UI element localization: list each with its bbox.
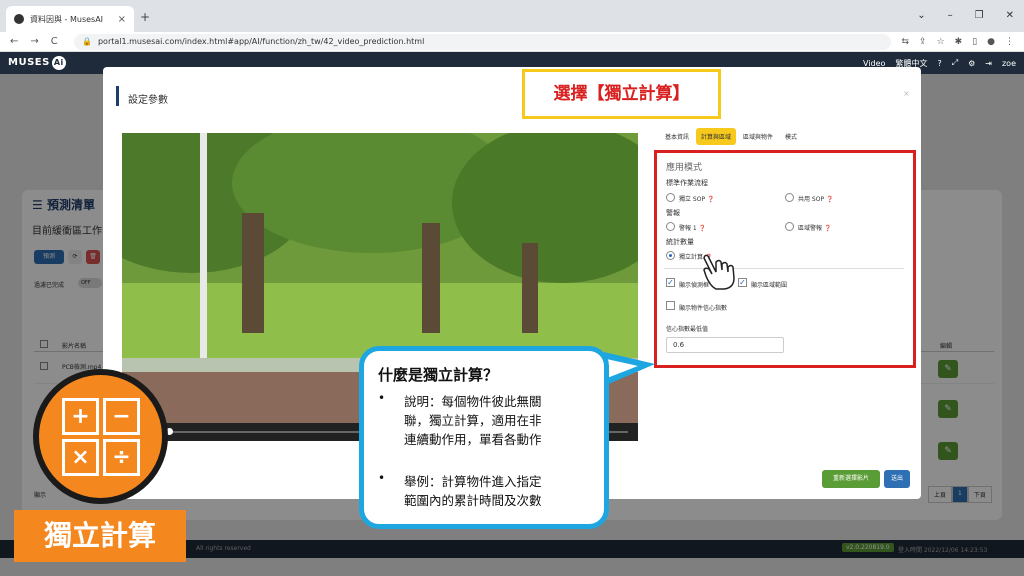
new-tab-button[interactable]: + bbox=[140, 10, 150, 24]
modal-title-accent bbox=[116, 86, 119, 106]
submit-button[interactable]: 送出 bbox=[884, 470, 910, 488]
browser-extensions: ⇆ ⇪ ☆ ✱ ▯ ● ⋮ bbox=[891, 37, 1024, 47]
count-group-label: 統計數量 bbox=[666, 238, 694, 246]
radio-region-alarm[interactable] bbox=[785, 222, 794, 231]
divide-icon: ÷ bbox=[103, 439, 140, 476]
tab-mode[interactable]: 模式 bbox=[780, 128, 802, 145]
muses-logo[interactable]: MUSES Ai bbox=[8, 56, 66, 70]
address-bar: ← → C 🔒 portal1.musesai.com/index.html#a… bbox=[0, 32, 1024, 52]
bubble-line-1: 說明：每個物件彼此無關 bbox=[404, 394, 542, 409]
settings-gear-icon[interactable]: ⚙ bbox=[968, 59, 975, 68]
user-name[interactable]: zoe bbox=[1002, 59, 1016, 68]
forward-icon[interactable]: → bbox=[30, 36, 38, 47]
logout-icon[interactable]: ⇥ bbox=[985, 59, 992, 68]
bullet-2: • bbox=[378, 471, 386, 485]
nav-buttons: ← → C bbox=[0, 36, 70, 47]
label-independent-sop: 獨立 SOP ❓ bbox=[679, 196, 715, 203]
maximize-button[interactable]: ❐ bbox=[975, 10, 984, 21]
modal-title: 設定參數 bbox=[128, 95, 168, 106]
window-controls: ⌄ – ❐ ✕ bbox=[917, 10, 1014, 21]
threshold-label: 信心指數最低值 bbox=[666, 326, 709, 333]
back-icon[interactable]: ← bbox=[10, 36, 18, 47]
modal-tabs: 基本資訊 計算與區域 區域與物件 模式 bbox=[660, 128, 802, 145]
bubble-line-4: 舉例：計算物件進入指定 bbox=[404, 474, 542, 489]
info-icon: ❓ bbox=[823, 225, 832, 232]
extensions-puzzle-icon[interactable]: ✱ bbox=[955, 37, 963, 47]
label-show-confidence: 顯示物件信心指數 bbox=[679, 305, 728, 312]
info-icon: ❓ bbox=[825, 196, 834, 203]
radio-alarm-1[interactable] bbox=[666, 222, 675, 231]
translate-icon[interactable]: ⇆ bbox=[901, 37, 909, 47]
reload-icon[interactable]: C bbox=[51, 36, 58, 47]
fullscreen-icon[interactable]: ⤢ bbox=[952, 58, 958, 68]
url-field[interactable]: 🔒 portal1.musesai.com/index.html#app/AI/… bbox=[74, 33, 892, 50]
close-window-button[interactable]: ✕ bbox=[1006, 10, 1014, 21]
minus-icon: − bbox=[103, 398, 140, 435]
sidebar-icon[interactable]: ▯ bbox=[972, 37, 977, 47]
info-icon: ❓ bbox=[706, 196, 715, 203]
lock-icon: 🔒 bbox=[82, 37, 92, 46]
help-icon[interactable]: ? bbox=[937, 59, 941, 68]
checkbox-show-confidence[interactable] bbox=[666, 301, 675, 310]
radio-independent-sop[interactable] bbox=[666, 193, 675, 202]
label-show-region: 顯示區域範圍 bbox=[751, 282, 788, 289]
url-text: portal1.musesai.com/index.html#app/AI/fu… bbox=[97, 37, 425, 46]
menu-dots-icon[interactable]: ⋮ bbox=[1005, 37, 1014, 47]
tab-close-icon[interactable]: × bbox=[118, 14, 126, 25]
select-independent-calc-callout: 選擇【獨立計算】 bbox=[522, 69, 721, 119]
calculator-icon: + − × ÷ bbox=[62, 398, 140, 476]
bubble-line-3: 連續動作用，單看各動作 bbox=[404, 432, 542, 447]
radio-shared-sop[interactable] bbox=[785, 193, 794, 202]
checkbox-show-detect[interactable]: ✓ bbox=[666, 278, 675, 287]
tab-calc-region[interactable]: 計算與區域 bbox=[696, 128, 737, 145]
independent-calc-label: 獨立計算 bbox=[14, 510, 186, 562]
reselect-video-button[interactable]: 重新選擇影片 bbox=[822, 470, 880, 488]
bubble-tail bbox=[602, 352, 655, 386]
plus-icon: + bbox=[62, 398, 99, 435]
bookmark-star-icon[interactable]: ☆ bbox=[937, 37, 945, 47]
site-favicon-icon bbox=[14, 14, 24, 24]
bullet-1: • bbox=[378, 391, 386, 405]
radio-independent-calc[interactable] bbox=[666, 251, 675, 260]
label-region-alarm: 區域警報 ❓ bbox=[798, 225, 832, 232]
share-icon[interactable]: ⇪ bbox=[919, 37, 927, 47]
tab-region-object[interactable]: 區域與物件 bbox=[738, 128, 778, 145]
tab-basic-info[interactable]: 基本資訊 bbox=[660, 128, 694, 145]
tab-title: 資料因與 - MusesAI bbox=[30, 14, 104, 24]
browser-tab-bar: 資料因與 - MusesAI × + ⌄ – ❐ ✕ bbox=[0, 0, 1024, 32]
sop-group-label: 標準作業流程 bbox=[666, 179, 708, 187]
alarm-group-label: 警報 bbox=[666, 209, 680, 217]
bubble-line-2: 聯，獨立計算，適用在非 bbox=[404, 413, 542, 428]
modal-close-icon[interactable]: × bbox=[903, 89, 910, 98]
bubble-line-5: 範圍內的累計時間及次數 bbox=[404, 493, 542, 508]
browser-tab[interactable]: 資料因與 - MusesAI × bbox=[6, 6, 134, 32]
label-shared-sop: 共用 SOP ❓ bbox=[798, 196, 834, 203]
profile-icon[interactable]: ● bbox=[987, 37, 995, 47]
tab-search-icon[interactable]: ⌄ bbox=[917, 10, 925, 21]
threshold-input[interactable]: 0.6 bbox=[666, 337, 784, 353]
bubble-title: 什麼是獨立計算？ bbox=[378, 366, 499, 384]
hand-pointer-icon bbox=[703, 254, 735, 290]
info-icon: ❓ bbox=[698, 225, 707, 232]
multiply-icon: × bbox=[62, 439, 99, 476]
app-mode-heading: 應用模式 bbox=[666, 163, 703, 173]
minimize-button[interactable]: – bbox=[948, 10, 953, 21]
label-alarm-1: 警報 1 ❓ bbox=[679, 225, 707, 232]
